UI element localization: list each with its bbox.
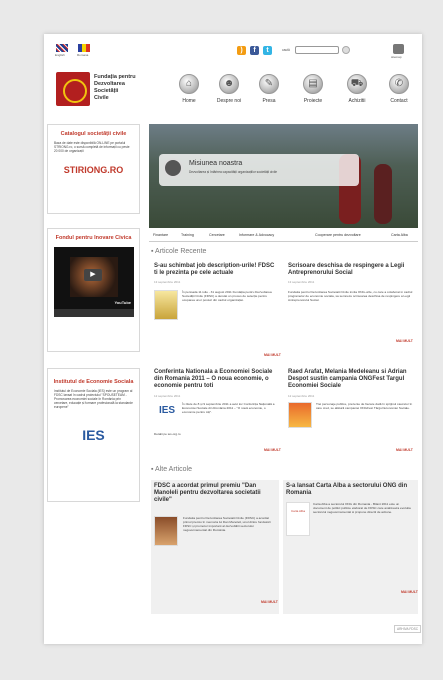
catalog-box: Catalogul societății civile Baza de date… [47,124,140,214]
catalog-text: Baza de date este disponibilă ON-LINE pe… [54,141,130,153]
tab-training[interactable]: Training [181,233,194,237]
hero-subtitle: Dezvoltarea și întărirea capacității org… [189,170,278,174]
read-more-link[interactable]: MAI MULT [396,448,413,452]
hero-banner: Misiunea noastra Dezvoltarea și întărire… [149,124,418,228]
read-more-link[interactable]: MAI MULT [264,448,281,452]
logo-text[interactable]: Fundația pentru Dezvoltarea Societății C… [94,74,136,102]
article-title[interactable]: S-au schimbat job description-urile! FDS… [154,263,279,277]
archive-link[interactable]: ARHIVA FDSC [394,625,422,633]
lang-english[interactable]: English [55,53,65,57]
article-extra[interactable]: Detalii pe ies.org.ro [154,432,250,436]
ies-box: Institutul de Economie Sociala Institutu… [47,368,140,502]
folder-icon: ▤ [303,74,323,94]
section-other-heading: ▪ Alte Articole [151,466,193,473]
category-tabs: Finantare Training Cercetare Informare &… [149,230,418,242]
home-icon: ⌂ [179,74,199,94]
tab-carta-alba[interactable]: Carta Alba [391,233,408,237]
fdsc-logo[interactable] [56,72,90,106]
article-text: În zilele de 8 și 9 septembrie 2011 a av… [182,402,275,414]
youtube-logo[interactable]: YouTube [114,300,131,305]
hero-caption: Misiunea noastra Dezvoltarea și întărire… [159,154,359,186]
article-text: Fundatia pentru Dezvoltarea Societatii C… [288,290,413,302]
phone-icon: ✆ [389,74,409,94]
search-button[interactable] [342,46,350,54]
rss-icon[interactable]: ) [237,46,246,55]
twitter-icon[interactable]: t [263,46,272,55]
carta-alba-thumbnail[interactable]: Carta Alba [286,502,310,536]
tab-finantare[interactable]: Finantare [153,233,168,237]
article-title[interactable]: Raed Arafat, Melania Medeleanu si Adrian… [288,369,416,390]
video-controls[interactable] [54,309,134,317]
nav-achizitii[interactable]: ⛟ Achizitii [340,74,374,104]
article-text: Carta Alba a sectorului ONG din Romania … [313,502,411,514]
compass-icon [163,158,183,178]
article-text: Fundatia pentru Dezvoltarea Societatii C… [183,516,271,532]
nav-presa[interactable]: ✎ Presa [252,74,286,104]
video-player[interactable]: ▶ YouTube [54,247,134,317]
article-thumbnail[interactable] [288,402,312,428]
nav-proiecte[interactable]: ▤ Proiecte [296,74,330,104]
article-thumbnail[interactable] [154,516,178,546]
nav-despre-noi[interactable]: ☻ Despre noi [212,74,246,104]
fund-box: Fondul pentru Inovare Civica ▶ YouTube [47,228,140,352]
nav-home[interactable]: ⌂ Home [172,74,206,104]
article-thumbnail[interactable] [154,290,178,320]
article-date: 12 septembrie 2011 [288,394,315,398]
article-title[interactable]: S-a lansat Carta Alba a sectorului ONG d… [286,483,414,497]
article-text: Trei personaje publice, prezente de fiec… [316,402,413,410]
ies-thumbnail[interactable]: IES [154,402,180,420]
tab-cercetare[interactable]: Cercetare [209,233,225,237]
play-icon[interactable]: ▶ [84,269,102,281]
ies-logo[interactable]: IES [48,427,139,443]
search-label: caută [282,48,290,52]
uk-flag-icon[interactable] [56,44,68,52]
nav-contact[interactable]: ✆ Contact [382,74,416,104]
fund-title[interactable]: Fondul pentru Inovare Civica [48,235,139,241]
read-more-link[interactable]: MAI MULT [264,353,281,357]
sitemap-label[interactable]: sitemap [391,55,402,59]
article-title[interactable]: Conferinta Nationala a Economiei Sociale… [154,369,282,390]
facebook-icon[interactable]: f [250,46,259,55]
ies-text: Institutul de Economie Sociala (IES) est… [54,389,133,409]
ro-flag-icon[interactable] [78,44,90,52]
tab-informare[interactable]: Informare & Advocacy [239,233,274,237]
users-icon: ☻ [219,74,239,94]
article-title[interactable]: Scrisoare deschisa de respingere a Legii… [288,263,413,277]
striong-logo[interactable]: STIRIONG.RO [48,165,139,175]
tab-cooperare[interactable]: Cooperare pentru dezvoltare [315,233,361,237]
other-article-card: FDSC a acordat primul premiu "Dan Manole… [151,480,279,614]
article-date: 12 septembrie 2011 [154,394,181,398]
read-more-link[interactable]: MAI MULT [261,600,278,604]
article-text: În perioada 11 iulie - 31 august 2011 Fu… [182,290,272,302]
article-title[interactable]: FDSC a acordat primul premiu "Dan Manole… [154,483,276,504]
page-frame: English Romana ) f t caută sitemap Funda… [44,34,422,644]
sitemap-icon[interactable] [393,44,404,54]
hero-title: Misiunea noastra [189,160,243,167]
read-more-link[interactable]: MAI MULT [401,590,418,594]
article-date: 13 septembrie 2011 [154,280,181,284]
catalog-title[interactable]: Catalogul societății civile [48,131,139,137]
article-date: 13 septembrie 2011 [288,280,315,284]
other-article-card: S-a lansat Carta Alba a sectorului ONG d… [283,480,418,614]
section-recent-heading: ▪ Articole Recente [151,248,207,255]
pen-icon: ✎ [259,74,279,94]
search-input[interactable] [295,46,339,54]
read-more-link[interactable]: MAI MULT [396,339,413,343]
ies-title[interactable]: Institutul de Economie Sociala [48,379,139,385]
lang-romana[interactable]: Romana [77,53,88,57]
hero-figure [374,164,392,224]
cart-icon: ⛟ [347,74,367,94]
